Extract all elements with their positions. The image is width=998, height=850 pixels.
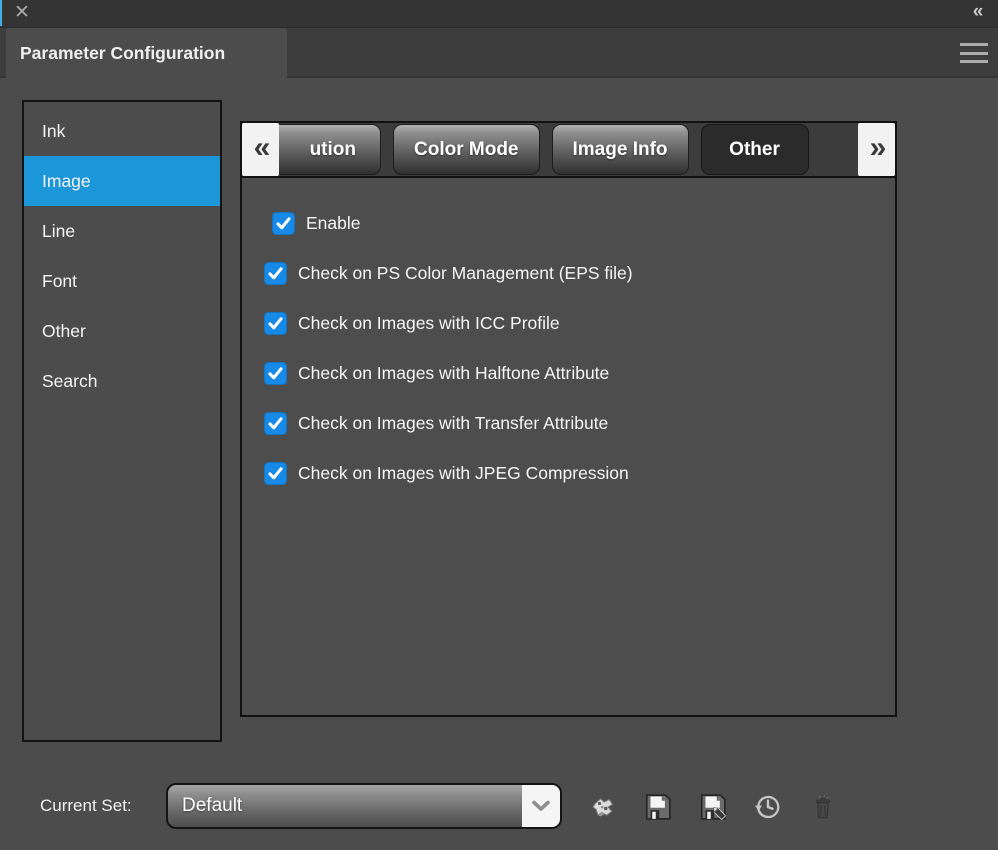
panel-title-tab[interactable]: Parameter Configuration	[6, 28, 287, 78]
collapse-panel-icon[interactable]: «	[964, 0, 990, 26]
option-row-enable: Enable	[242, 198, 895, 248]
close-icon[interactable]: ✕	[11, 1, 33, 25]
current-set-label: Current Set:	[40, 796, 132, 816]
crumpled-paper-icon	[588, 792, 618, 822]
option-row-transfer: Check on Images with Transfer Attribute	[242, 398, 895, 448]
dropdown-arrow-box[interactable]	[522, 785, 560, 827]
delete-set-icon[interactable]	[806, 790, 840, 824]
sidebar-item-image[interactable]: Image	[24, 156, 220, 206]
category-list: Ink Image Line Font Other Search	[22, 100, 222, 742]
option-label: Check on PS Color Management (EPS file)	[298, 263, 633, 284]
halftone-checkbox[interactable]	[264, 362, 287, 385]
current-set-dropdown[interactable]: Default	[166, 783, 562, 829]
check-icon	[267, 315, 284, 332]
current-set-value: Default	[168, 785, 522, 827]
panel-menu-icon[interactable]	[960, 43, 988, 63]
new-set-icon[interactable]	[586, 790, 620, 824]
option-row-icc-profile: Check on Images with ICC Profile	[242, 298, 895, 348]
jpeg-compression-checkbox[interactable]	[264, 462, 287, 485]
trash-icon	[809, 793, 837, 821]
check-icon	[267, 365, 284, 382]
window-corner-accent	[0, 0, 2, 26]
sidebar-item-ink[interactable]: Ink	[24, 106, 220, 156]
enable-checkbox[interactable]	[272, 212, 295, 235]
tab-resolution[interactable]: ution	[261, 124, 381, 175]
tab-scroll-left-button[interactable]: «	[242, 123, 279, 176]
restore-set-icon[interactable]	[751, 790, 785, 824]
sub-tabstrip: « ution Color Mode Image Info Other »	[242, 123, 895, 178]
page-title: Parameter Configuration	[20, 43, 225, 64]
sidebar-item-search[interactable]: Search	[24, 356, 220, 406]
sidebar-item-other[interactable]: Other	[24, 306, 220, 356]
save-set-icon[interactable]	[641, 790, 675, 824]
option-label: Check on Images with JPEG Compression	[298, 463, 629, 484]
option-label: Check on Images with Halftone Attribute	[298, 363, 609, 384]
image-settings-panel: « ution Color Mode Image Info Other » En…	[240, 121, 897, 717]
tab-color-mode[interactable]: Color Mode	[393, 124, 540, 175]
titlebar: ✕ «	[0, 0, 998, 28]
option-row-halftone: Check on Images with Halftone Attribute	[242, 348, 895, 398]
tab-image-info[interactable]: Image Info	[552, 124, 689, 175]
other-tab-content: Enable Check on PS Color Management (EPS…	[242, 178, 895, 715]
option-label: Enable	[306, 213, 361, 234]
floppy-disk-icon	[643, 792, 673, 822]
check-icon	[267, 415, 284, 432]
ps-color-management-checkbox[interactable]	[264, 262, 287, 285]
chevron-down-icon	[531, 800, 551, 812]
save-as-set-icon[interactable]	[696, 790, 730, 824]
sidebar-item-line[interactable]: Line	[24, 206, 220, 256]
transfer-checkbox[interactable]	[264, 412, 287, 435]
panel-header: Parameter Configuration	[0, 28, 998, 78]
check-icon	[275, 215, 292, 232]
set-actions-toolbar	[586, 789, 856, 825]
tab-other[interactable]: Other	[701, 124, 809, 175]
sidebar-item-font[interactable]: Font	[24, 256, 220, 306]
option-label: Check on Images with Transfer Attribute	[298, 413, 608, 434]
option-label: Check on Images with ICC Profile	[298, 313, 560, 334]
tab-scroll-right-button[interactable]: »	[858, 123, 895, 176]
icc-profile-checkbox[interactable]	[264, 312, 287, 335]
option-row-ps-color-management: Check on PS Color Management (EPS file)	[242, 248, 895, 298]
check-icon	[267, 465, 284, 482]
check-icon	[267, 265, 284, 282]
floppy-disk-pencil-icon	[698, 792, 728, 822]
history-clock-icon	[753, 792, 783, 822]
option-row-jpeg: Check on Images with JPEG Compression	[242, 448, 895, 498]
